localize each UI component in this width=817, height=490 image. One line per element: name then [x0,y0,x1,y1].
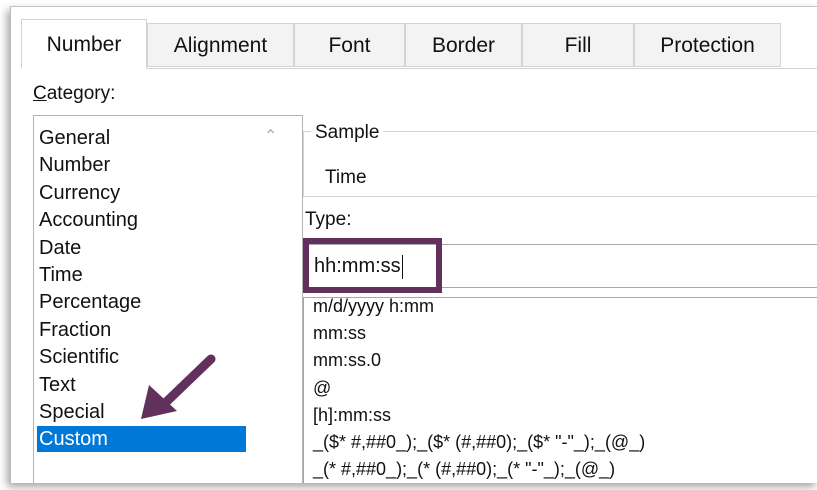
format-list-item[interactable]: mm:ss.0 [313,348,381,372]
format-list-item[interactable]: _($* #,##0_);_($* (#,##0);_($* "-"_);_(@… [313,430,645,454]
tab-fill[interactable]: Fill [522,23,634,67]
format-list-item[interactable]: mm:ss [313,321,366,345]
tab-protection[interactable]: Protection [634,23,781,67]
category-item-custom[interactable]: Custom [37,426,246,453]
category-item-accounting[interactable]: Accounting [37,207,246,233]
type-label: Type: [305,209,352,230]
pointer-arrow-icon [141,354,216,419]
category-item-currency[interactable]: Currency [37,180,246,206]
category-label: Category: [33,83,116,104]
type-input-highlight-box [303,238,442,293]
format-list-item[interactable]: @ [313,376,331,400]
sample-legend: Sample [311,122,384,144]
category-item-time[interactable]: Time [37,262,246,288]
scroll-up-icon[interactable]: ⌃ [264,126,277,146]
sample-value: Time [325,167,367,188]
format-list-item[interactable]: _(* #,##0_);_(* (#,##0);_(* "-"_);_(@_) [313,457,615,481]
format-list[interactable] [303,297,817,483]
category-item-fraction[interactable]: Fraction [37,317,246,343]
tab-bar: Number Alignment Font Border Fill Protec… [21,19,817,69]
category-item-percentage[interactable]: Percentage [37,289,246,315]
tab-border[interactable]: Border [405,23,522,67]
tab-font[interactable]: Font [294,23,405,67]
format-list-item[interactable]: m/d/yyyy h:mm [313,294,434,318]
format-cells-dialog: Number Alignment Font Border Fill Protec… [10,6,817,483]
tab-alignment[interactable]: Alignment [147,23,294,67]
tab-number[interactable]: Number [21,19,147,69]
category-item-number[interactable]: Number [37,152,246,178]
category-item-date[interactable]: Date [37,235,246,261]
category-item-general[interactable]: General [37,125,246,151]
format-list-item[interactable]: [h]:mm:ss [313,403,391,427]
